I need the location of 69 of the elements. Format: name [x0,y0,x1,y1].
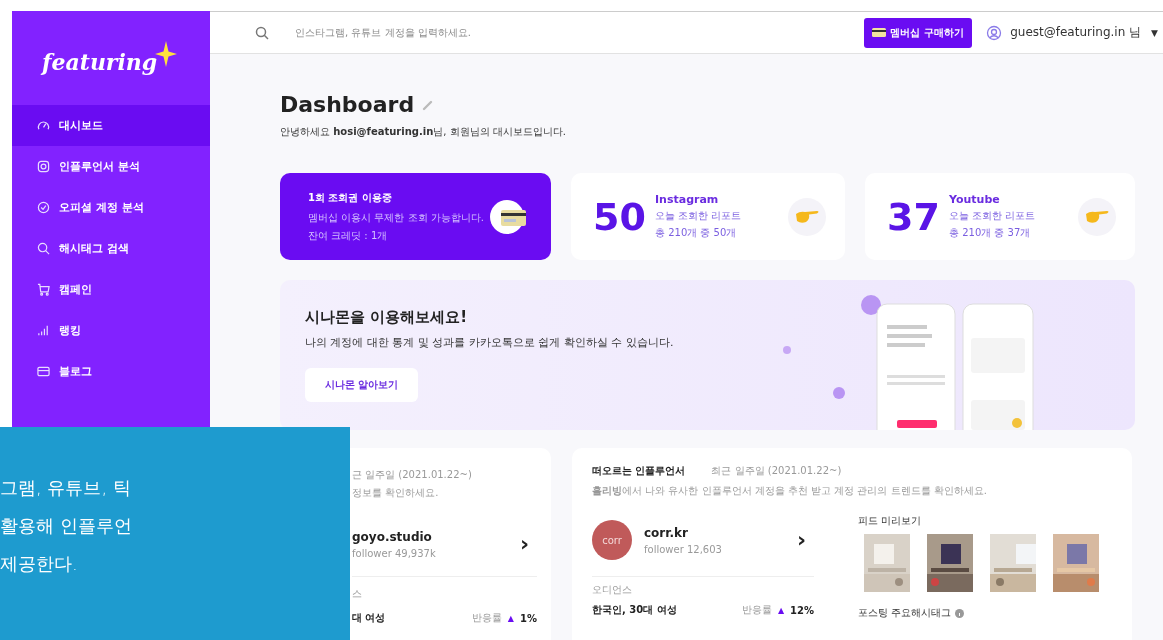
feed-title: 피드 미리보기 [858,514,923,528]
cart-icon [37,283,50,296]
up-arrow-icon: ▲ [777,605,785,615]
rate-label: 반응률 [741,603,772,617]
chevron-icon[interactable]: › [519,533,529,555]
audience-label: 스 [352,587,363,601]
credit-balance: 잔여 크레딧 : 1개 [308,228,389,243]
pointing-hand-icon[interactable] [1077,196,1117,237]
account-name[interactable]: corr.kr [644,525,785,540]
hint-text: 홀리빙에서 나와 유사한 인플루언서 계정을 추천 받고 계정 관리의 트렌드를 확인하세요. [592,484,988,498]
caption-text: 제공한다. [0,552,79,576]
logo[interactable]: featuring [42,49,158,75]
hint-text: 정보를 확인하세요. [352,486,440,500]
caption-text: 그램, 유튜브, 틱 [0,476,132,500]
search-field[interactable]: 인스타그램, 유튜브 계정을 입력하세요. [293,26,865,39]
account-name[interactable]: goyo.studio [352,529,508,544]
check-circle-icon [37,201,50,214]
greeting-text: 안녕하세요 hosi@featuring.in님, 회원님의 대시보드입니다. [280,125,568,139]
banner-text: 나의 계정에 대한 통계 및 성과를 카카오톡으로 쉽게 확인하실 수 있습니다. [305,335,674,350]
sparkle-icon [155,41,178,67]
follower-count: follower 49,937k [352,547,437,559]
card-title: 떠오르는 인플루언서 [592,464,686,478]
report-label: 오늘 조회한 리포트 [949,209,1037,223]
bar-chart-icon [37,324,50,337]
period-text: 최근 일주일 (2021.01.22~) [711,464,842,478]
report-total: 총 210개 중 37개 [949,226,1032,240]
caption-text: 활용해 인플루언 [0,514,133,538]
camera-icon [37,160,50,173]
audience-value: 한국인, 30대 여성 [592,603,678,617]
report-count: 37 [887,194,941,239]
sidebar-item[interactable]: 대시보드 [12,105,210,146]
membership-button[interactable]: 멤버십 구매하기 [864,17,973,48]
follower-count: follower 12,603 [644,543,723,555]
info-icon[interactable] [955,608,965,618]
sidebar-item[interactable]: 캠페인 [12,269,210,310]
sidebar-item[interactable]: 랭킹 [12,310,210,351]
card-icon [37,365,50,378]
audience-value: 대 여성 [352,611,387,625]
search-icon[interactable] [255,25,269,40]
report-count: 50 [593,194,647,239]
sidebar-item[interactable]: 해시태그 검색 [12,228,210,269]
banner-title: 시나몬을 이용해보세요! [305,308,468,327]
page-title: Dashboard [280,92,415,117]
sidebar-item[interactable]: 인플루언서 분석 [12,146,210,187]
rate-label: 반응률 [471,611,502,625]
gauge-icon [37,119,50,132]
rate-value: 1% [520,612,537,624]
platform-name: Youtube [949,193,1001,206]
platform-name: Instagram [655,193,720,206]
search-icon [37,242,50,255]
pencil-icon[interactable] [422,98,435,111]
report-label: 오늘 조회한 리포트 [655,209,743,223]
learn-more-button[interactable]: 시나몬 알아보기 [305,368,419,402]
credit-text: 멤버십 이용시 무제한 조회 가능합니다. [308,210,484,225]
pointing-hand-icon[interactable] [787,196,827,237]
credit-title: 1회 조회권 이용중 [308,190,393,205]
sidebar-item[interactable]: 오피셜 계정 분석 [12,187,210,228]
up-arrow-icon: ▲ [507,613,514,623]
card-icon [872,28,887,37]
chevron-icon[interactable]: › [796,529,806,551]
user-icon[interactable] [986,24,1003,41]
user-email[interactable]: guest@featuring.in 님 [1010,24,1142,41]
report-total: 총 210개 중 50개 [655,226,738,240]
caret-icon[interactable]: ▼ [1151,27,1158,38]
period-text: 근 일주일 (2021.01.22~) [352,468,473,482]
hashtag-title: 포스팅 주요해시태그 [858,606,952,620]
sidebar-item[interactable]: 블로그 [12,351,210,392]
audience-label: 오디언스 [592,583,633,597]
rate-value: 12% [790,604,814,616]
